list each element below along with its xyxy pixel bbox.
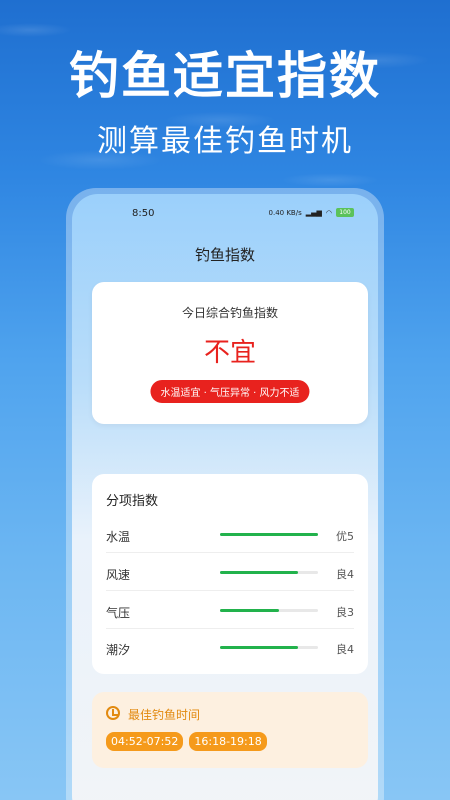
hero-title: 钓鱼适宜指数 <box>69 47 381 105</box>
sub-index-fill <box>220 571 299 574</box>
sub-index-bar <box>220 646 318 649</box>
time-slot: 04:52-07:52 <box>106 732 184 751</box>
sub-index-name: 潮汐 <box>106 643 131 657</box>
sub-index-row: 水温 优5 <box>106 516 354 553</box>
best-time-title: 最佳钓鱼时间 <box>128 708 201 722</box>
sub-index-bar <box>220 571 318 574</box>
hero-subtitle: 测算最佳钓鱼时机 <box>97 124 353 159</box>
app-title: 钓鱼指数 <box>194 246 255 264</box>
clock-icon <box>106 706 120 720</box>
sub-index-row: 潮汐 良4 <box>106 629 354 666</box>
status-time: 8:50 <box>132 208 155 219</box>
sub-index-score: 良3 <box>336 606 354 619</box>
phone-frame: 8:50 0.40 KB/s ▂▄▆ ◠ 100 钓鱼指数 今日综合钓鱼指数 不… <box>66 188 384 800</box>
time-slots: 04:52-07:52 16:18-19:18 <box>106 732 267 751</box>
wifi-icon: ◠ <box>325 208 332 217</box>
sub-index-row: 风速 良4 <box>106 554 354 591</box>
status-icons: 0.40 KB/s ▂▄▆ ◠ 100 <box>269 208 354 217</box>
battery-icon: 100 <box>336 208 354 217</box>
sub-index-card: 分项指数 水温 优5 风速 良4 气压 良3 潮汐 良4 <box>92 474 368 674</box>
sub-index-fill <box>220 533 318 536</box>
sub-index-score: 优5 <box>336 530 354 543</box>
net-speed: 0.40 KB/s <box>268 208 302 217</box>
overall-index-card: 今日综合钓鱼指数 不宜 水温适宜 · 气压异常 · 风力不适 <box>92 282 368 424</box>
sub-index-name: 气压 <box>106 606 131 620</box>
sub-index-row: 气压 良3 <box>106 592 354 629</box>
signal-icon: ▂▄▆ <box>305 208 322 217</box>
divider <box>106 590 354 591</box>
sub-index-bar <box>220 609 318 612</box>
sub-index-fill <box>220 609 279 612</box>
time-slot: 16:18-19:18 <box>189 732 267 751</box>
best-time-card: 最佳钓鱼时间 04:52-07:52 16:18-19:18 <box>92 692 368 768</box>
sub-index-bar <box>220 533 318 536</box>
overall-tags: 水温适宜 · 气压异常 · 风力不适 <box>150 380 310 403</box>
sub-index-name: 风速 <box>106 568 131 582</box>
sub-index-score: 良4 <box>336 568 354 581</box>
sub-index-name: 水温 <box>106 530 131 544</box>
phone-screen: 8:50 0.40 KB/s ▂▄▆ ◠ 100 钓鱼指数 今日综合钓鱼指数 不… <box>72 194 378 800</box>
sub-index-fill <box>220 646 299 649</box>
sub-index-score: 良4 <box>336 643 354 656</box>
divider <box>106 552 354 553</box>
overall-value: 不宜 <box>203 338 256 368</box>
overall-label: 今日综合钓鱼指数 <box>181 306 278 320</box>
sub-index-title: 分项指数 <box>106 494 159 509</box>
status-bar: 8:50 0.40 KB/s ▂▄▆ ◠ 100 <box>72 206 378 222</box>
